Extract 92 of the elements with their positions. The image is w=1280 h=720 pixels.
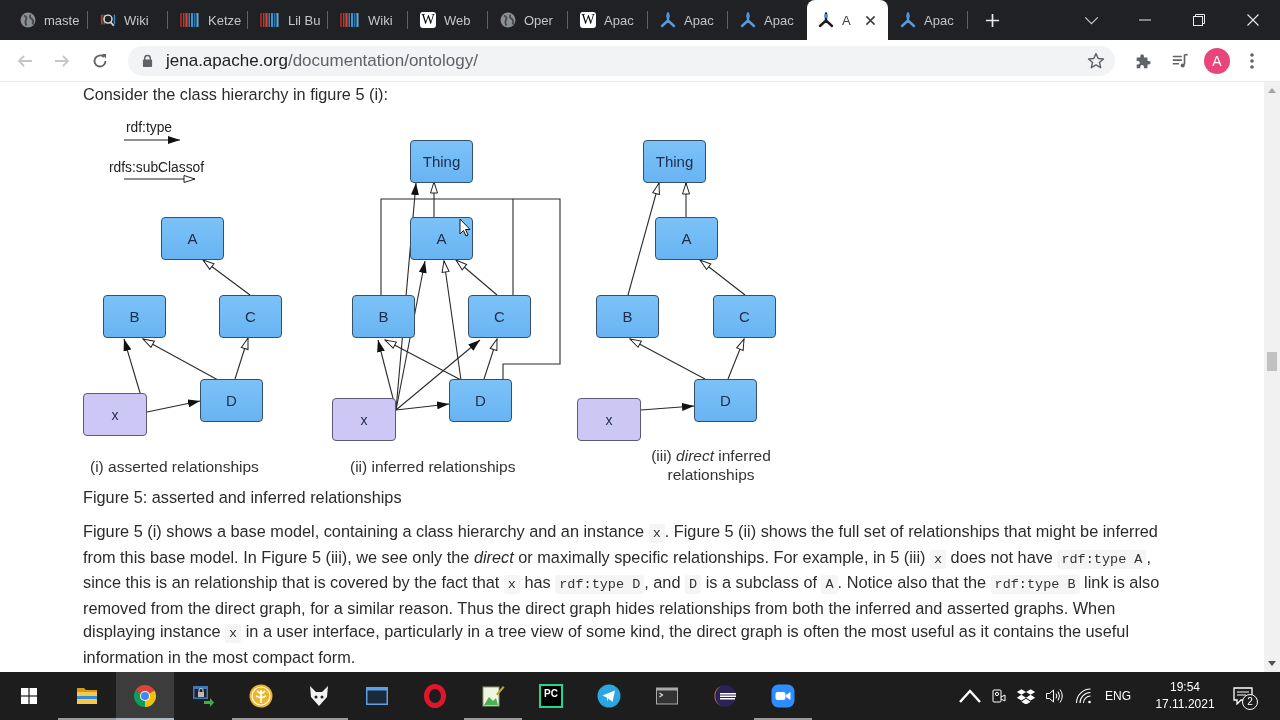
subclass-arrow [699, 259, 746, 296]
browser-tab[interactable]: A [807, 0, 888, 40]
close-icon[interactable] [864, 14, 876, 26]
three-prong-icon [740, 12, 756, 28]
intro-text: Consider the class hierarchy in figure 5 (i): [83, 84, 389, 104]
three-prong-icon [660, 12, 676, 28]
class-node: B [103, 295, 166, 338]
class-node: C [713, 295, 776, 338]
locked-window-icon[interactable] [191, 684, 215, 708]
clock-date[interactable]: 17.11.2021 [1155, 696, 1215, 713]
class-node: Thing [643, 140, 706, 183]
globe-icon [500, 12, 516, 28]
class-node: C [219, 295, 282, 338]
figure-caption: Figure 5: asserted and inferred relationships [83, 487, 403, 507]
profile-avatar[interactable]: A [1204, 47, 1230, 74]
class-node: A [655, 217, 718, 260]
striped-bars-icon [260, 13, 280, 27]
class-node: C [468, 295, 531, 338]
panel-caption: (iii) direct inferred relationships [650, 446, 772, 484]
browser-tab[interactable]: Oper [488, 0, 567, 40]
chevron-up-icon[interactable] [956, 688, 984, 704]
subclass-arrow [727, 338, 745, 380]
striped-bars-icon [180, 13, 200, 27]
browser-tab[interactable]: Wiki [88, 0, 167, 40]
type-arrow [640, 402, 695, 411]
round-logo-icon[interactable] [133, 684, 157, 708]
restore-icon[interactable] [1193, 14, 1205, 26]
browser-tab[interactable]: W Apac [568, 0, 647, 40]
panel-caption: (i) asserted relationships [90, 457, 259, 476]
browser-tab[interactable]: Ketze [168, 0, 247, 40]
clock-time[interactable]: 19:54 [1170, 679, 1200, 696]
paper-plane-icon[interactable] [597, 684, 621, 708]
instance-node: x [577, 398, 641, 441]
subclass-arrow [202, 259, 251, 296]
instance-node: x [83, 393, 147, 436]
more-menu-icon[interactable] [1250, 52, 1254, 69]
magnifier-icon [100, 12, 116, 28]
browser-tab[interactable]: Lil Bu [248, 0, 327, 40]
browser-tab[interactable]: maste [8, 0, 87, 40]
letter-tile-icon: W [580, 12, 596, 28]
mouse-pointer-icon [459, 218, 471, 237]
puzzle-piece-icon[interactable] [1134, 51, 1152, 70]
class-node: B [596, 295, 659, 338]
class-node: D [200, 379, 263, 422]
fox-head-icon[interactable] [307, 684, 331, 708]
class-node: A [161, 217, 224, 260]
chevron-down-icon[interactable] [1084, 15, 1099, 25]
globe-icon [20, 12, 36, 28]
instance-node: x [332, 398, 396, 441]
letter-tile-icon[interactable]: PC [539, 684, 563, 708]
striped-sphere-icon[interactable] [713, 684, 737, 708]
browser-tab[interactable]: Apac [648, 0, 727, 40]
taskbar-button[interactable]: PC [522, 672, 580, 720]
video-camera-icon[interactable] [771, 684, 795, 708]
class-node: D [694, 379, 757, 422]
new-tab-plus-icon[interactable] [985, 12, 1000, 28]
picture-icon[interactable] [481, 684, 505, 708]
start-icon[interactable] [21, 688, 37, 704]
tree-circle-icon[interactable] [249, 684, 273, 708]
browser-tab[interactable]: Wiki [328, 0, 407, 40]
class-node: Thing [410, 140, 473, 183]
panel-caption: (ii) inferred relationships [350, 457, 516, 476]
terminal-icon[interactable] [655, 684, 679, 708]
scrollbar[interactable] [1264, 82, 1280, 672]
browser-tab[interactable]: Apac [888, 0, 967, 40]
class-node: A [410, 217, 473, 260]
subclass-arrow [234, 337, 249, 380]
browser-tab[interactable]: Apac [728, 0, 807, 40]
taskbar-button[interactable] [116, 672, 174, 720]
notification-icon[interactable] [1233, 687, 1253, 705]
three-prong-icon [900, 12, 916, 28]
subclass-arrow [682, 182, 690, 218]
ring-icon[interactable] [423, 684, 447, 708]
lock-icon [142, 54, 153, 67]
language-indicator[interactable]: ENG [1098, 689, 1138, 703]
type-arrow [123, 136, 181, 144]
legend-label: rdfs:subClassof [109, 159, 205, 176]
scroll-down-arrow-icon[interactable] [1268, 661, 1276, 666]
legend-label: rdf:type [126, 119, 172, 136]
browser-tab[interactable]: W Web [408, 0, 487, 40]
striped-bars-icon [340, 13, 360, 27]
three-prong-icon [818, 12, 834, 28]
class-node: B [352, 295, 415, 338]
letter-tile-icon: W [420, 12, 436, 28]
body-paragraph: Figure 5 (i) shows a base model, containing a class hierarchy and an instance x . Figure 5 (ii) shows the full set of relationships that might be inferred from this base model. In Figure 5 (iii), we see only the direct or maximally specific relationships. For example, in 5 (iii) x does not have rdf:type A , since this is an relationship that is covered by the fact that x has rdf:type D , and D is a subclass of A . Notice also that the rdf:type B link is also removed from the direct graph, for a similar reason. Thus the direct graph hides relationships from both the inferred and asserted graphs. When displaying instance x in a user interface, particularly in a tree view of some kind, the direct graph is often the most useful as it contains the useful information in the most compact form. [83, 521, 1161, 668]
bookmark-star-icon[interactable] [1087, 51, 1105, 70]
notification-count: 2 [1242, 694, 1258, 710]
address-field[interactable]: jena.apache.org/documentation/ontology/ [128, 45, 1115, 76]
window-icon[interactable] [365, 684, 389, 708]
reload-icon[interactable] [92, 52, 108, 69]
music-queue-icon[interactable] [1171, 51, 1189, 70]
scroll-thumb[interactable] [1267, 352, 1277, 371]
